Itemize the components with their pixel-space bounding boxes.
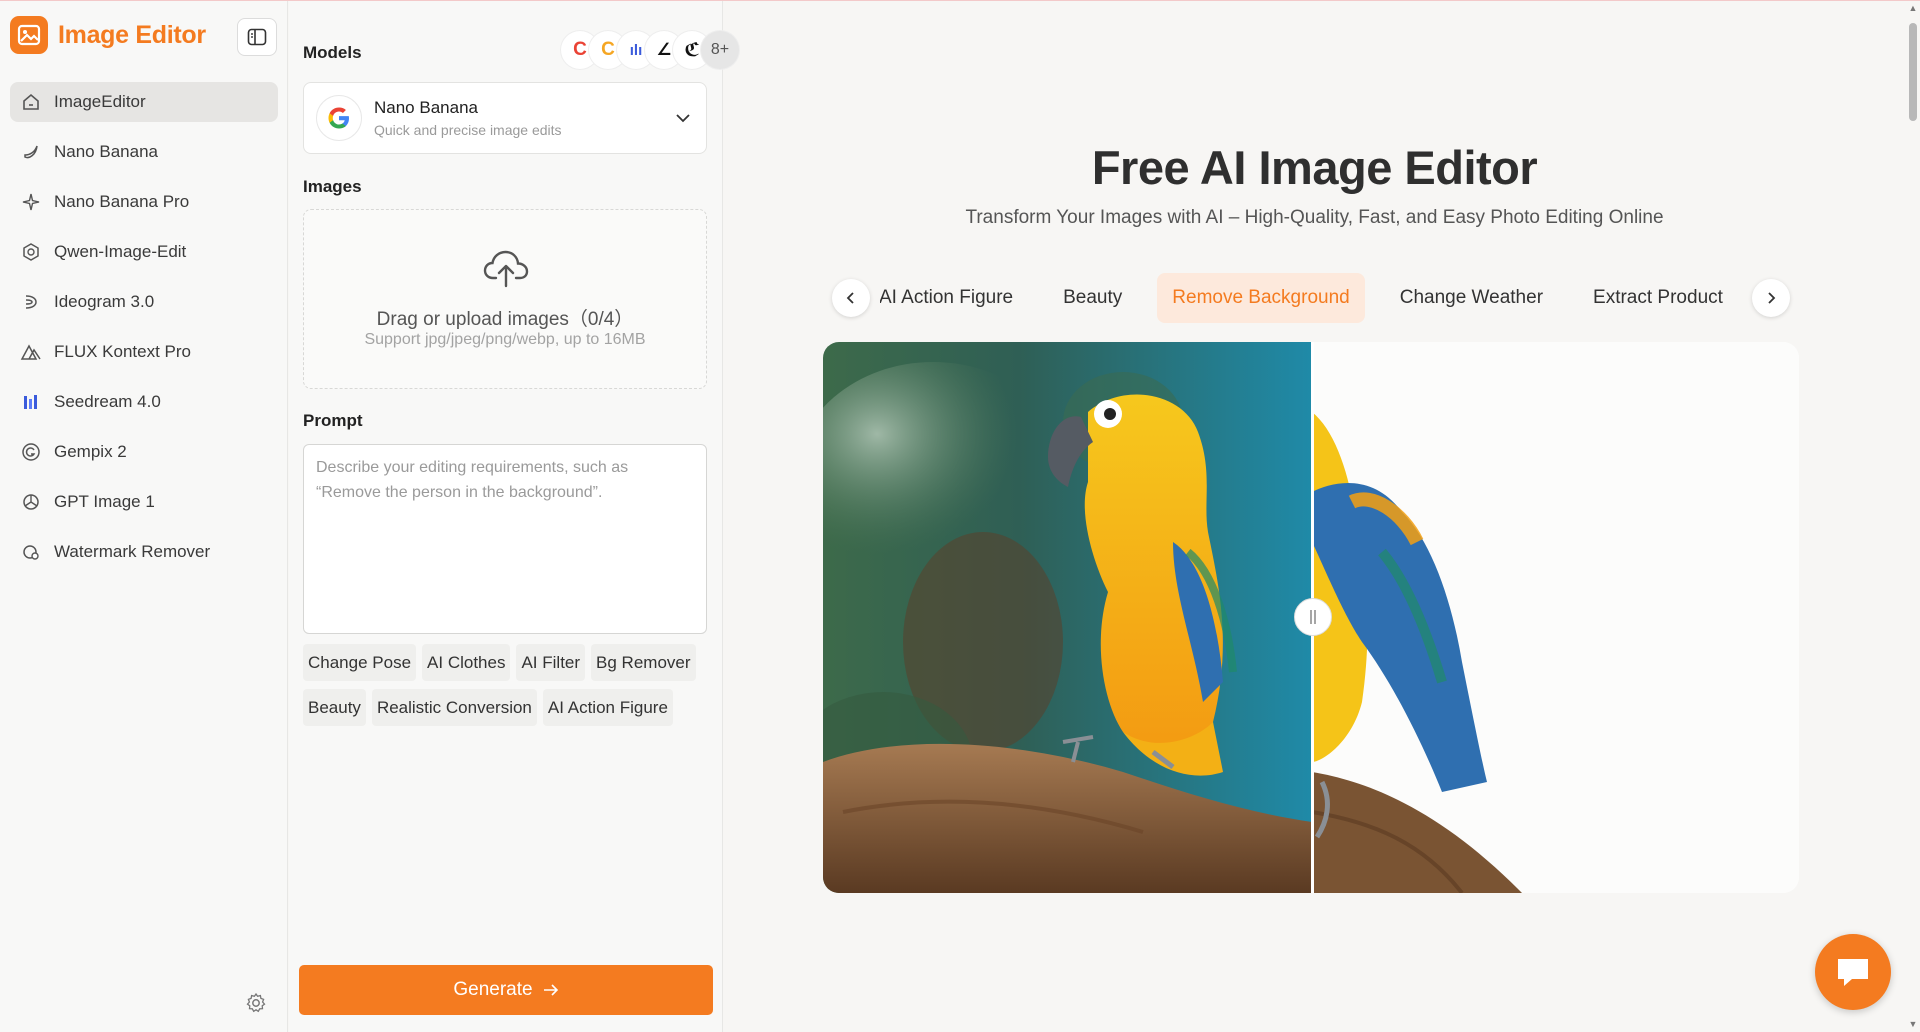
sidebar-item-qwen-image-edit[interactable]: Qwen-Image-Edit [10, 232, 278, 272]
tabs-next-button[interactable] [1752, 279, 1790, 317]
sidebar-item-seedream[interactable]: Seedream 4.0 [10, 382, 278, 422]
openai-icon [20, 491, 42, 513]
sparkle-icon [20, 191, 42, 213]
sidebar-item-nano-banana-pro[interactable]: Nano Banana Pro [10, 182, 278, 222]
selected-model-description: Quick and precise image edits [374, 122, 562, 138]
editor-form-panel: Models C C ılı ∠ ℭ 8+ Nano Banana Quick … [289, 1, 739, 1032]
home-icon [20, 91, 42, 113]
sidebar-item-label: FLUX Kontext Pro [54, 342, 192, 361]
prompt-suggestions: Change Pose AI Clothes AI Filter Bg Remo… [303, 644, 713, 726]
google-icon [316, 95, 362, 141]
suggestion-chip[interactable]: AI Filter [516, 644, 586, 681]
image-upload-dropzone[interactable]: Drag or upload images（0/4） Support jpg/j… [303, 209, 707, 389]
tab-remove-background[interactable]: Remove Background [1157, 273, 1365, 323]
comparison-slider-handle[interactable] [1294, 598, 1332, 636]
suggestion-chip[interactable]: AI Action Figure [542, 689, 673, 726]
tab-extract-product[interactable]: Extract Product [1578, 273, 1738, 323]
upload-title: Drag or upload images（0/4） [376, 309, 634, 330]
scroll-up-arrow-icon[interactable]: ▲ [1908, 3, 1918, 13]
drag-handle-icon [1310, 610, 1316, 624]
chat-bubble-icon [1838, 959, 1868, 986]
watermark-icon [20, 541, 42, 563]
after-image [1312, 342, 1799, 893]
sidebar: Image Editor ImageEditor Nano Banana Nan… [0, 1, 288, 1032]
sidebar-item-watermark-remover[interactable]: Watermark Remover [10, 532, 278, 572]
sidebar-toggle-icon [247, 28, 267, 46]
sidebar-item-nano-banana[interactable]: Nano Banana [10, 132, 278, 172]
chat-button[interactable] [1815, 934, 1891, 1010]
page-subtitle: Transform Your Images with AI – High-Qua… [965, 207, 1664, 228]
prompt-label: Prompt [303, 411, 363, 430]
sidebar-item-label: Nano Banana Pro [54, 192, 190, 211]
scroll-down-arrow-icon[interactable]: ▼ [1908, 1019, 1918, 1029]
sidebar-item-gempix[interactable]: Gempix 2 [10, 432, 278, 472]
sidebar-item-label: Seedream 4.0 [54, 392, 161, 411]
brand[interactable]: Image Editor [10, 16, 206, 54]
qwen-icon [20, 241, 42, 263]
upload-subtitle: Support jpg/jpeg/png/webp, up to 16MB [364, 331, 646, 348]
chevron-left-icon [846, 292, 854, 304]
settings-button[interactable] [242, 989, 270, 1017]
page-scrollbar[interactable]: ▲ ▼ [1905, 1, 1920, 1032]
tab-ai-action-figure[interactable]: AI Action Figure [880, 273, 1028, 323]
sidebar-item-label: Gempix 2 [54, 442, 127, 461]
suggestion-chip[interactable]: Beauty [303, 689, 366, 726]
selected-model-name: Nano Banana [374, 98, 478, 117]
tabs-viewport: AI Action Figure Beauty Remove Backgroun… [880, 272, 1742, 324]
suggestion-chip[interactable]: Bg Remover [591, 644, 696, 681]
page-title: Free AI Image Editor [1091, 141, 1538, 194]
tab-change-weather[interactable]: Change Weather [1385, 273, 1558, 323]
suggestion-chip[interactable]: Change Pose [303, 644, 417, 681]
brand-title: Image Editor [58, 20, 206, 49]
model-logos[interactable]: C C ılı ∠ ℭ 8+ [561, 31, 739, 69]
arrow-right-icon [543, 984, 558, 996]
sidebar-item-ideogram[interactable]: Ideogram 3.0 [10, 282, 278, 322]
suggestion-chip[interactable]: Realistic Conversion [371, 689, 537, 726]
banana-icon [20, 141, 42, 163]
sidebar-item-label: ImageEditor [54, 92, 146, 111]
tabs-prev-button[interactable] [832, 279, 870, 317]
sidebar-item-gpt-image[interactable]: GPT Image 1 [10, 482, 278, 522]
cloud-upload-icon [483, 250, 529, 288]
sidebar-item-label: Qwen-Image-Edit [54, 242, 187, 261]
generate-button[interactable]: Generate [299, 965, 713, 1015]
sidebar-item-label: Ideogram 3.0 [54, 292, 155, 311]
seedream-icon [20, 391, 42, 413]
ideogram-icon [20, 291, 42, 313]
gear-icon [246, 992, 266, 1013]
chevron-down-icon [676, 114, 690, 123]
sidebar-item-label: Nano Banana [54, 142, 158, 161]
feature-tabs: AI Action Figure Beauty Remove Backgroun… [832, 272, 1790, 324]
model-select[interactable]: Nano Banana Quick and precise image edit… [303, 82, 707, 154]
tab-beauty[interactable]: Beauty [1048, 273, 1137, 323]
flux-icon [20, 341, 42, 363]
before-after-comparison[interactable] [823, 342, 1799, 893]
models-label: Models [303, 43, 362, 62]
images-label: Images [303, 177, 362, 196]
sidebar-nav: ImageEditor Nano Banana Nano Banana Pro … [10, 82, 278, 582]
image-editor-logo-icon [10, 16, 48, 54]
sidebar-item-flux-kontext-pro[interactable]: FLUX Kontext Pro [10, 332, 278, 372]
suggestion-chip[interactable]: AI Clothes [422, 644, 511, 681]
before-image [823, 342, 1312, 893]
prompt-input[interactable] [303, 444, 707, 634]
sidebar-item-label: GPT Image 1 [54, 492, 155, 511]
scroll-thumb[interactable] [1909, 23, 1917, 121]
collapse-sidebar-button[interactable] [237, 18, 277, 56]
chevron-right-icon [1768, 292, 1776, 304]
gempix-icon [20, 441, 42, 463]
generate-label: Generate [453, 979, 533, 1000]
sidebar-item-label: Watermark Remover [54, 542, 211, 561]
sidebar-item-imageeditor[interactable]: ImageEditor [10, 82, 278, 122]
main-content: Free AI Image Editor Transform Your Imag… [724, 1, 1905, 1032]
